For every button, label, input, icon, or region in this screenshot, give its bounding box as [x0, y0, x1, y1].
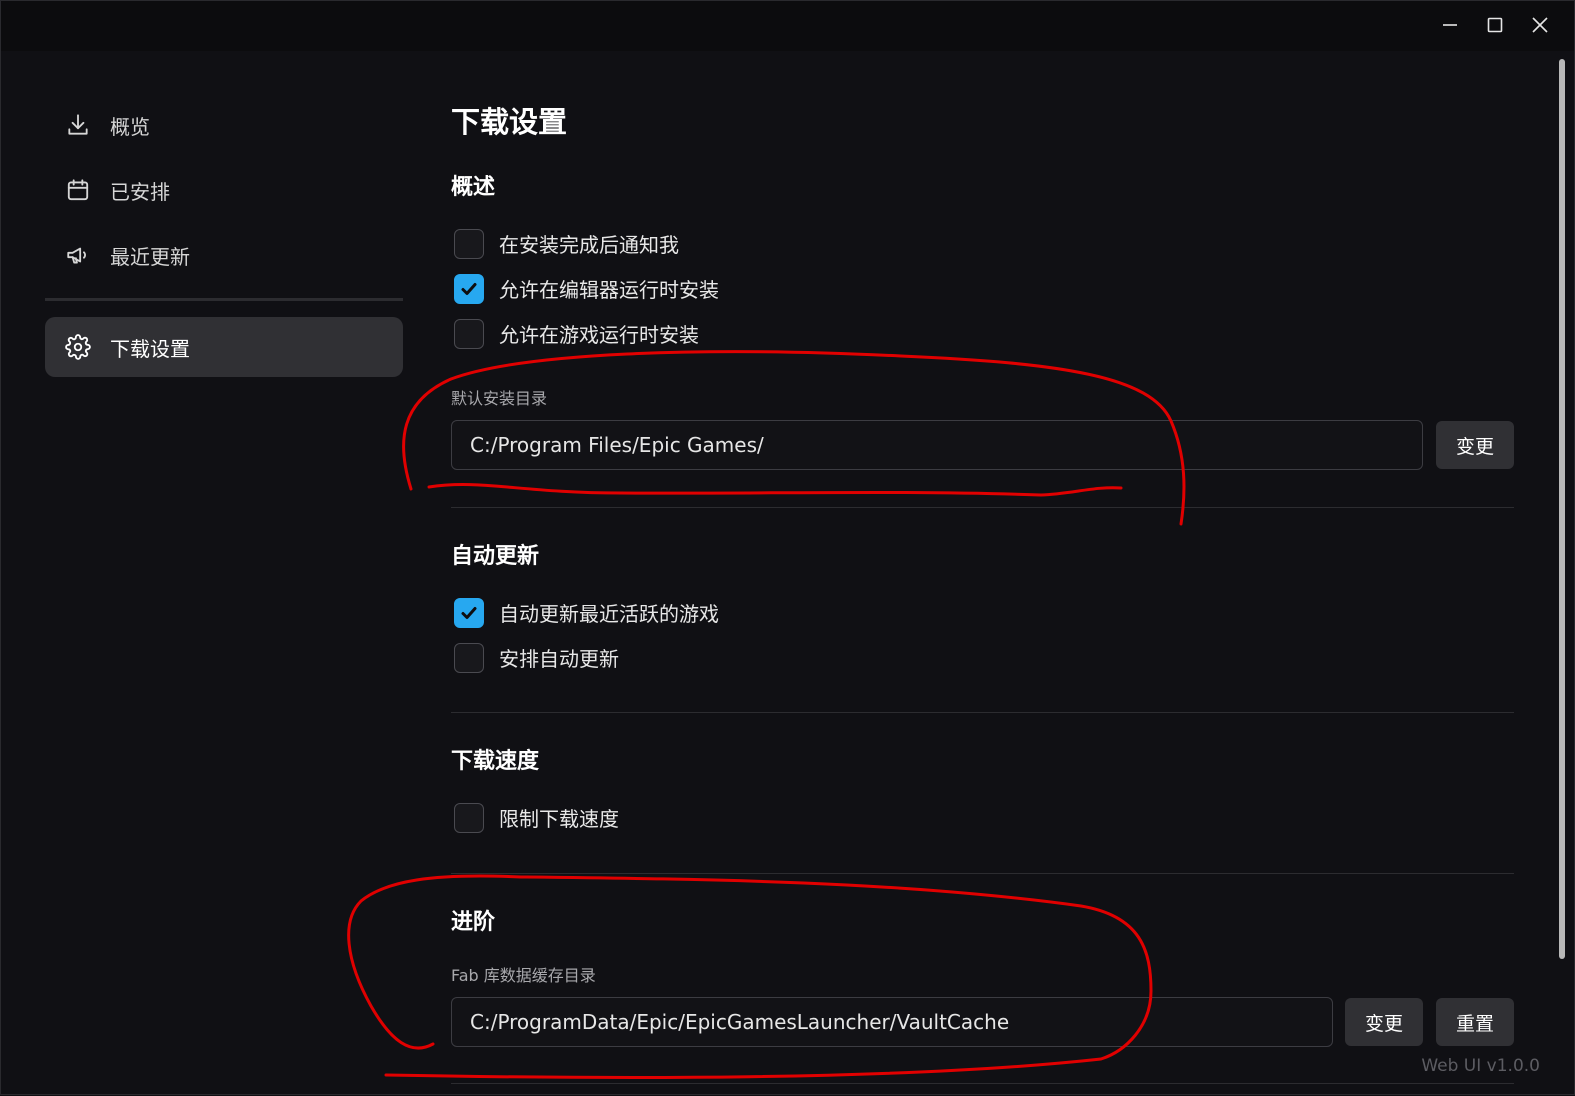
- change-install-dir-button[interactable]: 变更: [1436, 421, 1514, 469]
- cache-dir-field[interactable]: C:/ProgramData/Epic/EpicGamesLauncher/Va…: [451, 997, 1333, 1047]
- change-cache-dir-button[interactable]: 变更: [1345, 998, 1423, 1046]
- section-title-overview: 概述: [451, 175, 496, 200]
- megaphone-icon: [65, 242, 91, 268]
- check-icon: [461, 282, 477, 295]
- option-label: 在安装完成后通知我: [499, 233, 679, 257]
- section-title-download-speed: 下载速度: [451, 749, 540, 774]
- checkbox[interactable]: [454, 642, 484, 673]
- reset-cache-dir-button[interactable]: 重置: [1436, 998, 1514, 1046]
- option-label: 限制下载速度: [499, 807, 619, 831]
- section-title-advanced: 进阶: [451, 910, 496, 935]
- maximize-button[interactable]: [1475, 5, 1515, 45]
- option-auto-update-recent-games[interactable]: 自动更新最近活跃的游戏: [451, 590, 719, 635]
- sidebar-divider: [45, 298, 403, 301]
- option-notify-after-install[interactable]: 在安装完成后通知我: [451, 221, 679, 266]
- install-dir-field[interactable]: C:/Program Files/Epic Games/: [451, 420, 1423, 470]
- checkbox[interactable]: [454, 318, 484, 349]
- checkbox[interactable]: [454, 228, 484, 259]
- close-button[interactable]: [1520, 5, 1560, 45]
- sidebar-item-scheduled[interactable]: 已安排: [45, 160, 403, 220]
- sidebar-item-recent-updates[interactable]: 最近更新: [45, 225, 403, 285]
- checkbox-checked[interactable]: [454, 597, 484, 628]
- option-install-while-game-running[interactable]: 允许在游戏运行时安装: [451, 311, 699, 356]
- maximize-icon: [1487, 17, 1503, 33]
- minimize-icon: [1443, 24, 1457, 26]
- close-icon: [1532, 17, 1548, 33]
- sidebar-item-overview[interactable]: 概览: [45, 95, 403, 155]
- sidebar-item-label: 已安排: [110, 179, 170, 204]
- option-label: 自动更新最近活跃的游戏: [499, 602, 719, 626]
- minimize-button[interactable]: [1430, 5, 1470, 45]
- option-install-while-editor-running[interactable]: 允许在编辑器运行时安装: [451, 266, 719, 311]
- section-divider: [451, 1083, 1514, 1084]
- sidebar-item-label: 最近更新: [110, 244, 190, 269]
- version-label: Web UI v1.0.0: [1421, 1056, 1540, 1076]
- cache-dir-label: Fab 库数据缓存目录: [451, 966, 596, 985]
- calendar-icon: [65, 177, 91, 203]
- scrollbar[interactable]: [1556, 55, 1568, 1089]
- sidebar-item-label: 概览: [110, 114, 150, 139]
- sidebar-item-label: 下载设置: [110, 336, 190, 361]
- option-label: 允许在编辑器运行时安装: [499, 278, 719, 302]
- option-limit-download-speed[interactable]: 限制下载速度: [451, 795, 619, 840]
- launcher-window: 概览 已安排 最近更新 下载设置 下载设置 概述 在安装完成后通知我 允许在编辑…: [0, 0, 1575, 1095]
- option-label: 允许在游戏运行时安装: [499, 323, 699, 347]
- section-divider: [451, 507, 1514, 508]
- option-label: 安排自动更新: [499, 647, 619, 671]
- option-schedule-auto-update[interactable]: 安排自动更新: [451, 635, 619, 680]
- gear-icon: [65, 334, 91, 360]
- download-icon: [65, 112, 91, 138]
- checkbox-checked[interactable]: [454, 273, 484, 304]
- sidebar-item-download-settings[interactable]: 下载设置: [45, 317, 403, 377]
- section-divider: [451, 712, 1514, 713]
- page-title: 下载设置: [451, 105, 568, 139]
- section-divider: [451, 873, 1514, 874]
- install-dir-label: 默认安装目录: [451, 389, 548, 408]
- check-icon: [461, 606, 477, 619]
- section-title-auto-update: 自动更新: [451, 544, 540, 569]
- checkbox[interactable]: [454, 802, 484, 833]
- annotation-underline-install-dir: [427, 483, 1123, 497]
- scrollbar-thumb[interactable]: [1559, 59, 1565, 959]
- sidebar-nav: 概览 已安排 最近更新 下载设置: [45, 95, 403, 382]
- title-bar: [1, 1, 1574, 51]
